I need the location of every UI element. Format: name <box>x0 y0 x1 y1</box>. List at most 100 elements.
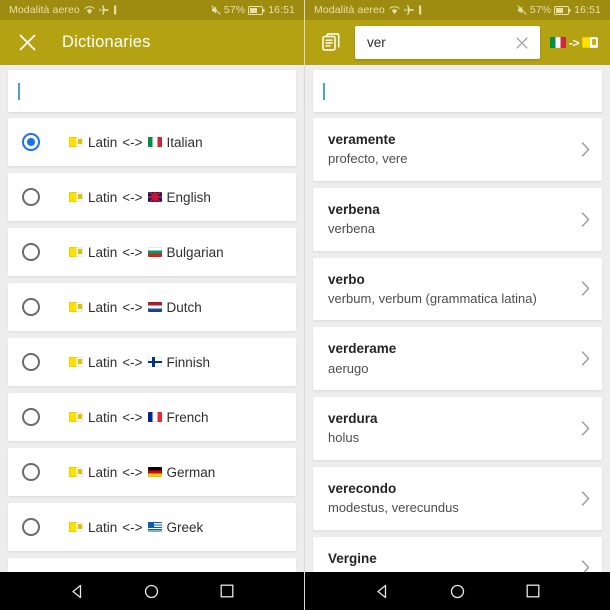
italy-flag-icon <box>147 137 162 147</box>
left-search-input[interactable] <box>8 70 296 112</box>
clock-label: 16:51 <box>574 4 601 16</box>
dict-from: Latin <box>88 134 118 150</box>
search-value: ver <box>367 35 386 50</box>
result-text: verbena verbena <box>328 201 573 238</box>
sidebar-item-latin-finnish[interactable]: Latin <-> Finnish <box>8 338 296 386</box>
results-list-scroll[interactable]: veramente profecto, vere verbena verbena <box>305 65 610 572</box>
clear-search-icon[interactable] <box>512 33 532 53</box>
chevron-right-icon <box>581 351 590 366</box>
language-pair-button[interactable]: -> <box>549 36 598 50</box>
dict-from: Latin <box>88 244 118 260</box>
result-text: verdura holus <box>328 410 573 447</box>
chevron-right-icon <box>581 142 590 157</box>
search-input[interactable]: ver <box>355 26 540 59</box>
result-definition: verbum, verbum (grammatica latina) <box>328 290 537 306</box>
recents-icon[interactable] <box>513 572 553 610</box>
uk-flag-icon <box>147 192 162 202</box>
status-bar-left: Modalità aereo 57% 16:51 <box>0 0 304 20</box>
greece-flag-icon <box>147 522 162 532</box>
chevron-right-icon <box>581 211 590 227</box>
result-term: verbo <box>328 271 365 287</box>
radio-button[interactable] <box>22 353 40 371</box>
list-item[interactable]: verderame aerugo <box>313 327 602 391</box>
document-list-icon[interactable] <box>317 28 347 58</box>
chevron-right-icon <box>581 421 590 436</box>
sidebar-item-latin-bulgarian[interactable]: Latin <-> Bulgarian <box>8 228 296 276</box>
dictionary-label: Latin <-> Dutch <box>69 300 202 315</box>
wifi-icon <box>389 5 400 15</box>
result-term: veramente <box>328 132 396 147</box>
netherlands-flag-icon <box>147 302 162 312</box>
list-item[interactable]: Vergine Virgo <box>313 536 602 572</box>
sidebar-item-latin-german[interactable]: Latin <-> German <box>8 448 296 496</box>
radio-button[interactable] <box>22 133 40 151</box>
airplane-mode-icon <box>99 5 109 15</box>
mute-icon <box>211 5 221 15</box>
sidebar-item-latin-greek[interactable]: Latin <-> Greek <box>8 503 296 551</box>
sidebar-item-latin-italian[interactable]: Latin <-> Italian <box>8 118 296 166</box>
list-item[interactable]: veramente profecto, vere <box>313 118 602 181</box>
dictionary-label: Latin <-> German <box>69 465 215 480</box>
list-item[interactable]: verbo verbum, verbum (grammatica latina) <box>313 257 602 321</box>
dictionary-label: Latin <-> Finnish <box>69 355 210 370</box>
airplane-mode-label: Modalità aereo <box>314 4 385 16</box>
dict-to: French <box>166 409 209 425</box>
sidebar-item-latin-indonesian[interactable]: Latin <-> Indonesian <box>8 558 296 572</box>
text-caret <box>18 82 20 100</box>
list-item[interactable]: verecondo modestus, verecundus <box>313 466 602 530</box>
recents-icon[interactable] <box>207 572 247 610</box>
battery-icon <box>554 5 571 15</box>
clock-label: 16:51 <box>268 4 295 16</box>
status-bar-right: Modalità aereo 57% 16:51 <box>305 0 610 20</box>
bulgaria-flag-icon <box>147 247 162 257</box>
result-definition: verbena <box>328 220 375 236</box>
radio-button[interactable] <box>22 188 40 206</box>
result-text: verecondo modestus, verecundus <box>328 480 573 517</box>
dict-to: English <box>166 189 211 205</box>
sidebar-item-latin-dutch[interactable]: Latin <-> Dutch <box>8 283 296 331</box>
radio-button[interactable] <box>22 408 40 426</box>
battery-percent-label: 57% <box>223 4 246 16</box>
finland-flag-icon <box>147 357 162 367</box>
dict-from: Latin <box>88 189 118 205</box>
dict-to: Italian <box>166 134 203 150</box>
back-icon[interactable] <box>363 572 403 610</box>
result-definition: holus <box>328 430 360 446</box>
result-text: Vergine Virgo <box>328 550 573 572</box>
right-search-input[interactable] <box>313 70 602 112</box>
dict-to: Dutch <box>166 299 202 315</box>
battery-percent-label: 57% <box>529 4 552 16</box>
result-definition: profecto, vere <box>328 151 408 167</box>
list-item[interactable]: verbena verbena <box>313 187 602 251</box>
list-item[interactable]: verdura holus <box>313 397 602 460</box>
result-term: verdura <box>328 411 378 427</box>
status-left-group: Modalità aereo <box>9 4 117 16</box>
mute-icon <box>517 5 527 15</box>
dual-pane-screen: Modalità aereo 57% 16:51 Dictionaries La… <box>0 0 610 610</box>
result-term: verderame <box>328 341 397 357</box>
radio-button[interactable] <box>22 518 40 536</box>
radio-button[interactable] <box>22 243 40 261</box>
latin-flag-icon <box>69 302 83 312</box>
right-pane: Modalità aereo 57% 16:51 ver -> verament… <box>305 0 610 610</box>
sidebar-item-latin-english[interactable]: Latin <-> English <box>8 173 296 221</box>
home-icon[interactable] <box>438 572 478 610</box>
result-text: verbo verbum, verbum (grammatica latina) <box>328 271 573 308</box>
status-right-group: 57% 16:51 <box>211 4 295 16</box>
dict-separator: <-> <box>122 409 143 425</box>
latin-flag-icon <box>69 412 83 422</box>
result-definition: modestus, verecundus <box>328 500 459 516</box>
close-icon[interactable] <box>14 30 40 56</box>
radio-button[interactable] <box>22 298 40 316</box>
dict-to: Finnish <box>166 354 211 370</box>
dict-from: Latin <box>88 409 118 425</box>
radio-button[interactable] <box>22 463 40 481</box>
result-term: verbena <box>328 201 380 217</box>
dictionary-list-scroll[interactable]: Latin <-> Italian Latin <-> English Lati… <box>0 65 304 572</box>
signal-bar-icon <box>113 5 117 15</box>
sidebar-item-latin-french[interactable]: Latin <-> French <box>8 393 296 441</box>
home-icon[interactable] <box>132 572 172 610</box>
back-icon[interactable] <box>57 572 97 610</box>
result-definition: aerugo <box>328 360 369 376</box>
dict-separator: <-> <box>122 464 143 480</box>
